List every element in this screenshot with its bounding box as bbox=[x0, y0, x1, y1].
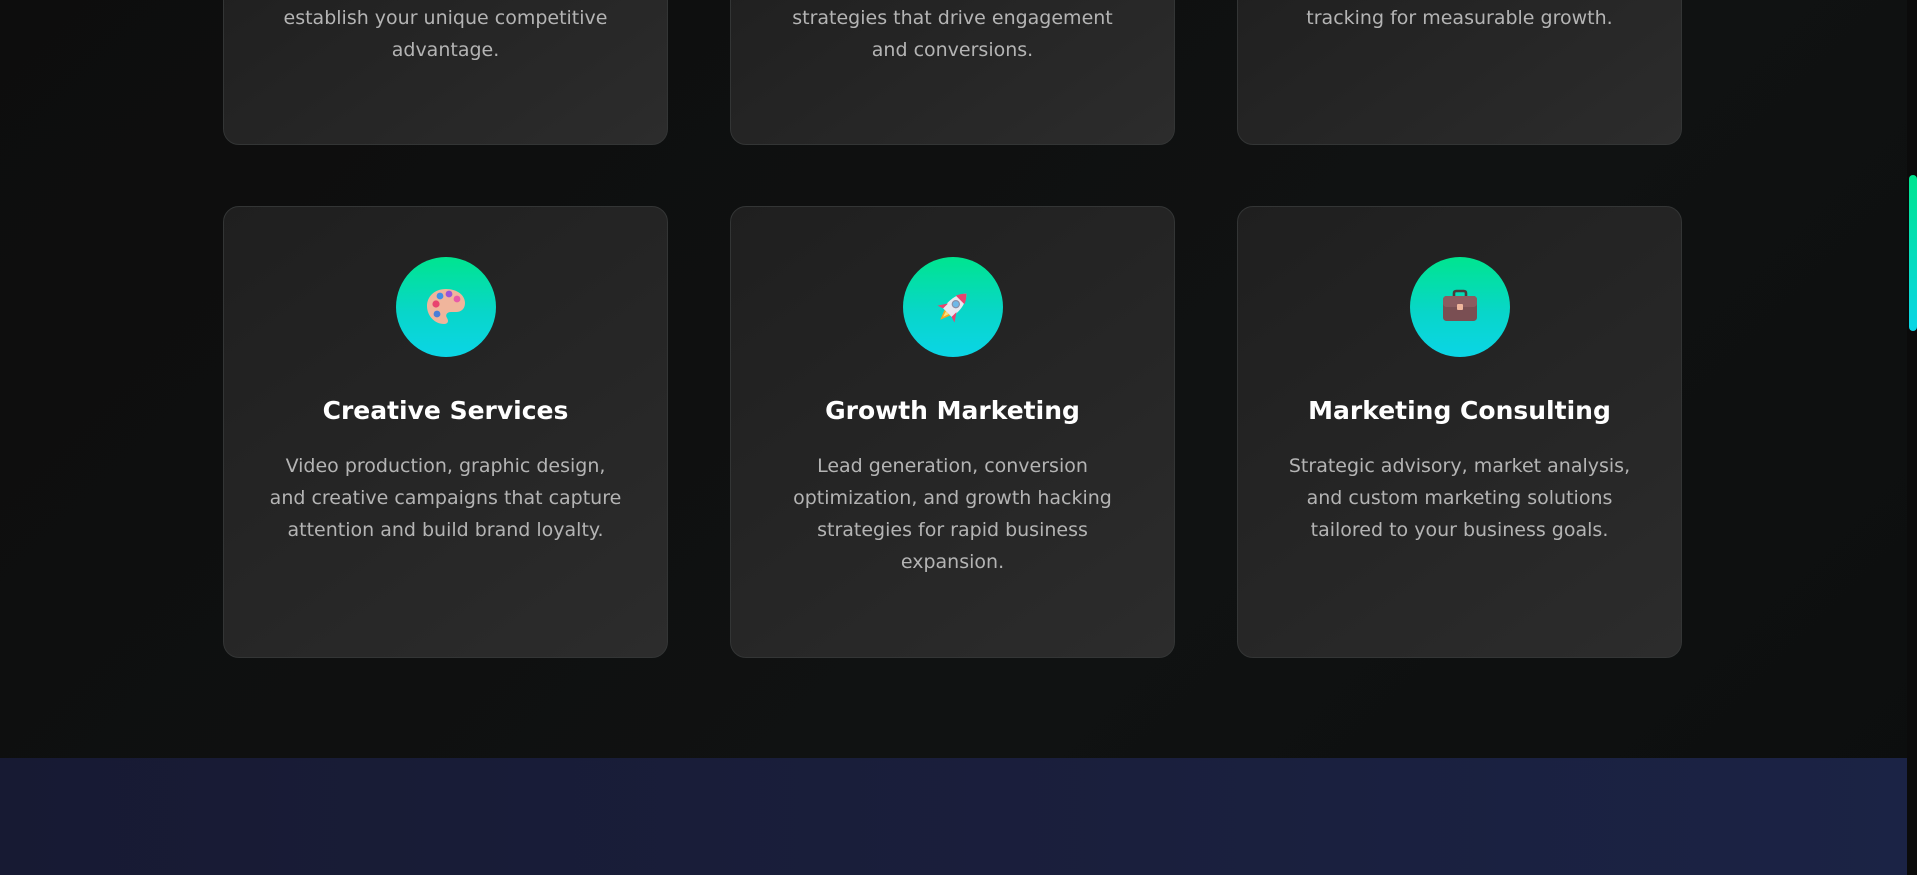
next-section-band bbox=[0, 758, 1907, 875]
scrollbar-thumb[interactable] bbox=[1909, 175, 1917, 331]
service-card-marketing-consulting: Marketing Consulting Strategic advisory,… bbox=[1237, 206, 1682, 658]
service-card-description: establish your unique competitive advant… bbox=[283, 7, 608, 61]
service-card-creative-services: Creative Services Video production, grap… bbox=[223, 206, 668, 658]
service-card-description: Video production, graphic design, and cr… bbox=[269, 455, 622, 541]
page: establish your unique competitive advant… bbox=[0, 0, 1917, 875]
rocket-icon bbox=[903, 257, 1003, 357]
services-section: establish your unique competitive advant… bbox=[0, 0, 1907, 758]
service-card-title: Marketing Consulting bbox=[1308, 396, 1611, 425]
service-card-title: Growth Marketing bbox=[825, 396, 1080, 425]
service-card: establish your unique competitive advant… bbox=[223, 0, 668, 145]
service-card-title: Creative Services bbox=[322, 396, 569, 425]
service-card-growth-marketing: Growth Marketing Lead generation, conver… bbox=[730, 206, 1175, 658]
service-card-description: strategies that drive engagement and con… bbox=[792, 7, 1113, 61]
briefcase-icon bbox=[1410, 257, 1510, 357]
scrollbar[interactable] bbox=[1907, 0, 1917, 875]
service-card-description: tracking for measurable growth. bbox=[1306, 7, 1613, 29]
service-card-description: Lead generation, conversion optimization… bbox=[793, 455, 1112, 573]
service-card-description: Strategic advisory, market analysis, and… bbox=[1288, 455, 1631, 541]
palette-icon bbox=[396, 257, 496, 357]
service-card: strategies that drive engagement and con… bbox=[730, 0, 1175, 145]
service-card: tracking for measurable growth. bbox=[1237, 0, 1682, 145]
